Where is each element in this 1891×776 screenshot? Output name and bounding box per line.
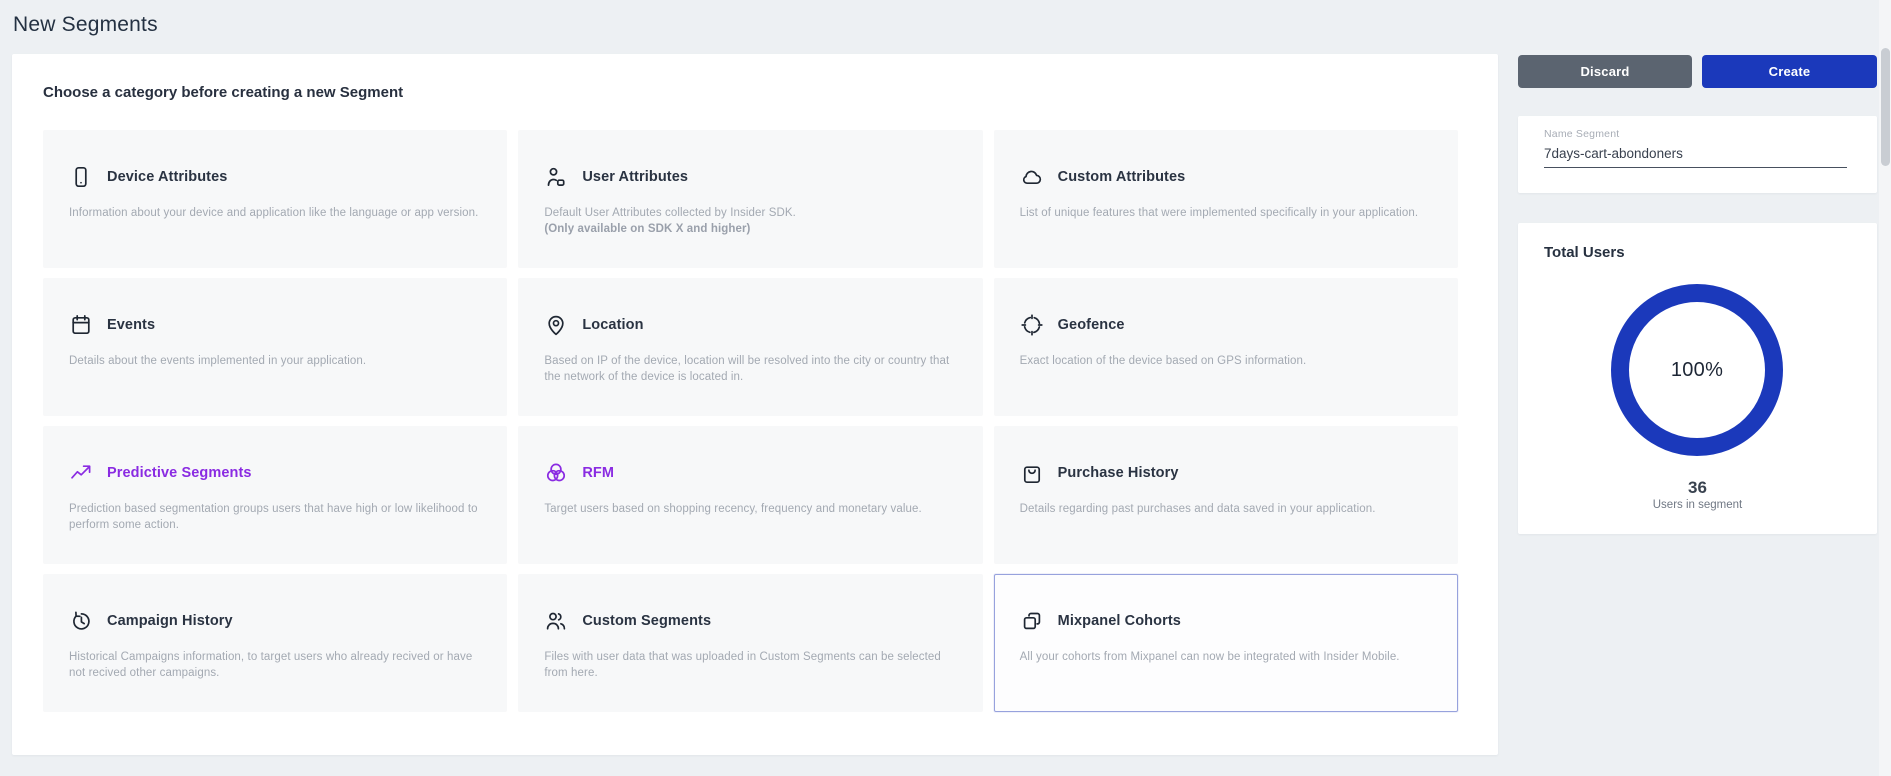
name-segment-card: Name Segment — [1518, 116, 1877, 193]
users-count: 36 — [1518, 478, 1877, 498]
card-description: List of unique features that were implem… — [1020, 205, 1432, 221]
category-card-location[interactable]: Location Based on IP of the device, loca… — [518, 278, 982, 416]
category-card-mixpanel-cohorts[interactable]: Mixpanel Cohorts All your cohorts from M… — [994, 574, 1458, 712]
card-description: Exact location of the device based on GP… — [1020, 353, 1432, 369]
category-card-events[interactable]: Events Details about the events implemen… — [43, 278, 507, 416]
card-title: Campaign History — [107, 613, 233, 629]
card-title: Custom Attributes — [1058, 169, 1186, 185]
card-description-bold-line: (Only available on SDK X and higher) — [544, 221, 956, 237]
category-card-purchase-history[interactable]: Purchase History Details regarding past … — [994, 426, 1458, 564]
donut-percent-label: 100% — [1671, 359, 1723, 382]
card-title: Custom Segments — [582, 613, 711, 629]
category-card-predictive-segments[interactable]: Predictive Segments Prediction based seg… — [43, 426, 507, 564]
category-grid: Device Attributes Information about your… — [43, 130, 1458, 712]
events-icon — [69, 313, 93, 337]
panel-heading: Choose a category before creating a new … — [43, 84, 403, 101]
category-card-user-attributes[interactable]: User Attributes Default User Attributes … — [518, 130, 982, 268]
card-title: Device Attributes — [107, 169, 227, 185]
page-title: New Segments — [13, 13, 158, 37]
device-attributes-icon — [69, 165, 93, 189]
total-users-donut-chart: 100% — [1611, 284, 1783, 456]
page-scrollbar-track[interactable] — [1879, 0, 1891, 776]
card-description: All your cohorts from Mixpanel can now b… — [1020, 649, 1432, 665]
discard-button[interactable]: Discard — [1518, 55, 1692, 88]
predictive-segments-icon — [69, 461, 93, 485]
category-card-custom-segments[interactable]: Custom Segments Files with user data tha… — [518, 574, 982, 712]
card-title: Predictive Segments — [107, 465, 252, 481]
page-scrollbar-thumb[interactable] — [1881, 48, 1890, 166]
card-description-line: Default User Attributes collected by Ins… — [544, 207, 796, 219]
card-description: Default User Attributes collected by Ins… — [544, 205, 956, 237]
category-card-custom-attributes[interactable]: Custom Attributes List of unique feature… — [994, 130, 1458, 268]
card-title: Events — [107, 317, 155, 333]
card-description: Based on IP of the device, location will… — [544, 353, 956, 385]
card-description: Prediction based segmentation groups use… — [69, 501, 481, 533]
card-description: Historical Campaigns information, to tar… — [69, 649, 481, 681]
card-title: RFM — [582, 465, 614, 481]
category-card-device-attributes[interactable]: Device Attributes Information about your… — [43, 130, 507, 268]
geofence-icon — [1020, 313, 1044, 337]
card-description: Details regarding past purchases and dat… — [1020, 501, 1432, 517]
card-title: Mixpanel Cohorts — [1058, 613, 1181, 629]
card-description: Details about the events implemented in … — [69, 353, 481, 369]
user-attributes-icon — [544, 165, 568, 189]
card-title: Location — [582, 317, 643, 333]
category-card-campaign-history[interactable]: Campaign History Historical Campaigns in… — [43, 574, 507, 712]
card-description: Files with user data that was uploaded i… — [544, 649, 956, 681]
category-card-geofence[interactable]: Geofence Exact location of the device ba… — [994, 278, 1458, 416]
card-title: Geofence — [1058, 317, 1125, 333]
card-description: Information about your device and applic… — [69, 205, 481, 221]
total-users-card: Total Users 100% 36 Users in segment — [1518, 223, 1877, 534]
create-button[interactable]: Create — [1702, 55, 1877, 88]
campaign-history-icon — [69, 609, 93, 633]
total-users-heading: Total Users — [1544, 244, 1625, 261]
card-description: Target users based on shopping recency, … — [544, 501, 956, 517]
card-title: User Attributes — [582, 169, 688, 185]
rfm-icon — [544, 461, 568, 485]
category-card-rfm[interactable]: RFM Target users based on shopping recen… — [518, 426, 982, 564]
location-icon — [544, 313, 568, 337]
category-panel: Choose a category before creating a new … — [12, 54, 1498, 755]
custom-attributes-icon — [1020, 165, 1044, 189]
custom-segments-icon — [544, 609, 568, 633]
purchase-history-icon — [1020, 461, 1044, 485]
mixpanel-cohorts-icon — [1020, 609, 1044, 633]
users-count-caption: Users in segment — [1518, 499, 1877, 511]
card-title: Purchase History — [1058, 465, 1179, 481]
name-segment-input[interactable] — [1544, 146, 1847, 168]
name-segment-label: Name Segment — [1544, 128, 1847, 140]
